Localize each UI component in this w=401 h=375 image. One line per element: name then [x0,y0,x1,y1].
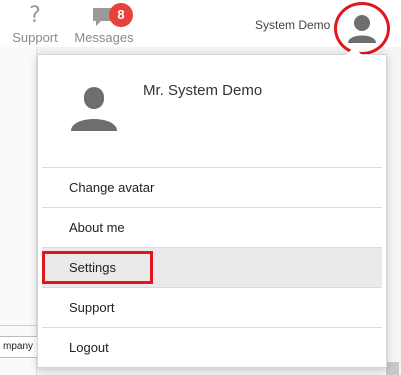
messages-nav-label: Messages [74,30,134,45]
menu-item-about-me[interactable]: About me [42,207,382,247]
scrollbar-thumb[interactable] [386,362,399,375]
user-avatar-button[interactable] [334,2,390,55]
menu-item-label: Logout [69,340,109,355]
profile-avatar-icon [71,87,117,131]
user-dropdown-menu: Mr. System Demo Change avatar About me S… [37,47,387,368]
profile-header: Mr. System Demo [38,55,386,167]
username-label[interactable]: System Demo [255,18,330,32]
menu-item-label: Settings [69,260,116,275]
background-divider [0,325,37,326]
top-navigation-bar: ? Support Messages 8 System Demo [0,0,401,55]
menu-item-settings[interactable]: Settings [42,247,382,287]
menu-item-support[interactable]: Support [42,287,382,327]
messages-count-badge: 8 [109,3,133,27]
background-company-field[interactable]: mpany [0,336,40,358]
support-nav-button[interactable]: ? Support [8,3,62,46]
menu-item-label: About me [69,220,125,235]
profile-name: Mr. System Demo [143,82,263,99]
support-nav-label: Support [12,30,58,45]
menu-item-logout[interactable]: Logout [42,327,382,367]
dropdown-menu-list: Change avatar About me Settings Support … [42,167,382,367]
question-icon: ? [29,3,41,28]
user-avatar-icon [348,14,376,43]
menu-item-label: Change avatar [69,180,155,195]
menu-item-change-avatar[interactable]: Change avatar [42,167,382,207]
menu-item-label: Support [69,300,115,315]
